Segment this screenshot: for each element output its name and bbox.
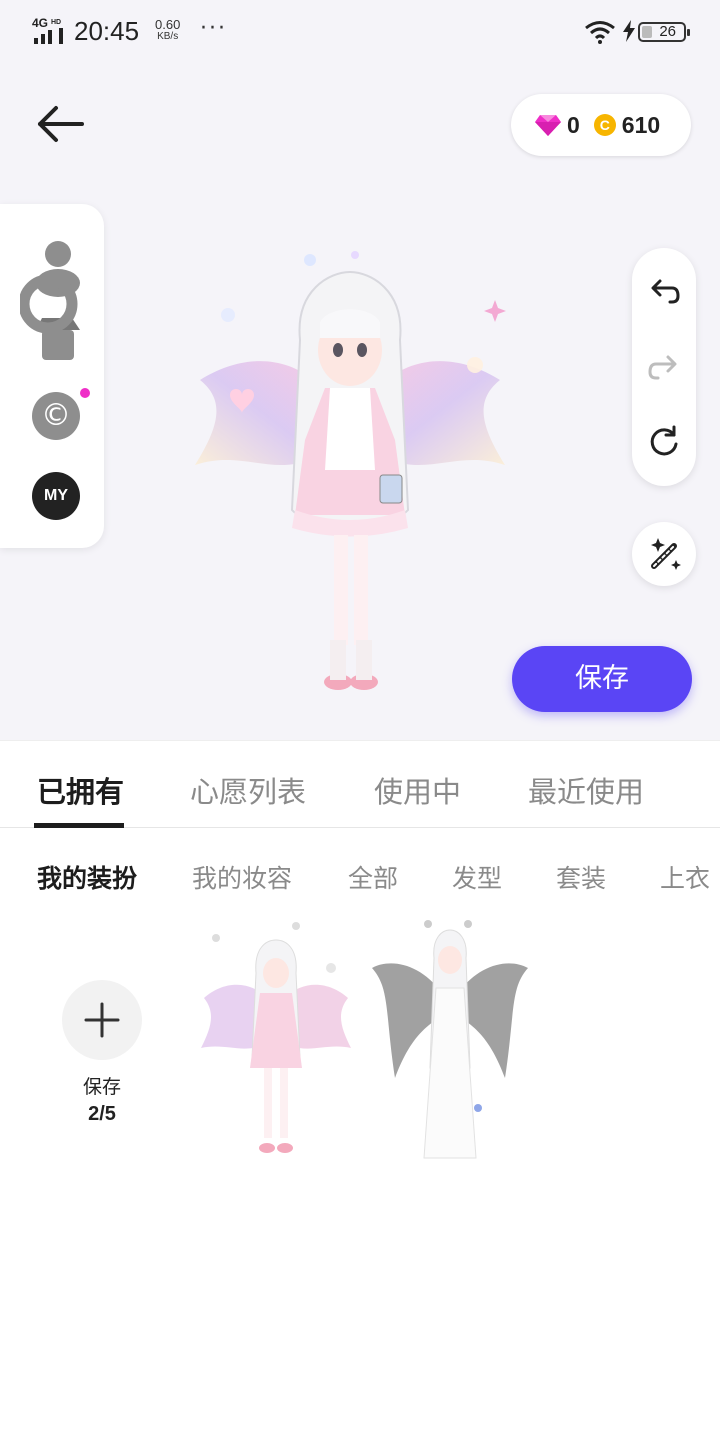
charging-icon	[623, 20, 635, 42]
main-tabs: 已拥有 心愿列表 使用中 最近使用	[0, 740, 720, 828]
undo-button[interactable]	[644, 272, 684, 312]
magic-wand-icon	[651, 538, 681, 570]
tab-in-use[interactable]: 使用中	[374, 769, 461, 811]
edit-toolbar	[632, 248, 696, 486]
subtab-my-makeup[interactable]: 我的妆容	[192, 859, 292, 895]
undo-icon	[651, 279, 680, 304]
outfit-fairy-thumbnail	[372, 920, 528, 1159]
wifi-icon	[585, 21, 615, 44]
my-button[interactable]: MY	[32, 472, 80, 520]
magic-button[interactable]	[632, 522, 696, 586]
subtab-tops[interactable]: 上衣	[660, 859, 710, 895]
redo-button[interactable]	[644, 348, 684, 388]
plus-icon	[84, 1002, 120, 1038]
avatar-preview[interactable]	[180, 210, 520, 710]
subtab-my-outfits[interactable]: 我的装扮	[37, 859, 137, 895]
subtab-all[interactable]: 全部	[348, 859, 398, 895]
reset-button[interactable]	[644, 422, 684, 462]
coin-count: 610	[621, 111, 661, 138]
signal-icon: 4G HD	[32, 16, 63, 44]
avatar-body-icon[interactable]	[20, 234, 80, 362]
saved-outfit-thumbnail[interactable]	[196, 918, 356, 1168]
battery-indicator: 26	[638, 22, 690, 42]
tab-recent[interactable]: 最近使用	[528, 769, 644, 811]
more-notifications-icon: ···	[200, 16, 227, 41]
save-slot-count: 2/5	[88, 1103, 116, 1125]
network-speed: 0.60 KB/s	[155, 18, 180, 42]
back-button[interactable]	[32, 100, 88, 148]
avatar-character	[290, 270, 410, 690]
clock: 20:45	[74, 16, 140, 46]
status-bar: 4G HD 20:45 0.60 KB/s ··· 26	[0, 0, 720, 64]
network-speed-value: 0.60	[155, 17, 181, 32]
saved-outfit-thumbnail[interactable]	[370, 918, 530, 1168]
svg-text:4G: 4G	[32, 16, 48, 30]
gem-icon	[535, 115, 561, 136]
gem-count: 0	[567, 111, 580, 138]
tab-owned[interactable]: 已拥有	[37, 769, 124, 811]
coin-icon: C	[593, 114, 616, 136]
notification-dot	[80, 388, 90, 398]
save-button[interactable]: 保存	[512, 646, 692, 712]
copyright-button[interactable]: ©	[32, 392, 80, 440]
active-tab-indicator	[34, 823, 124, 828]
category-tabs: 我的装扮 我的妆容 全部 发型 套装 上衣	[0, 829, 720, 919]
subtab-sets[interactable]: 套装	[556, 859, 606, 895]
tab-wishlist[interactable]: 心愿列表	[190, 769, 306, 811]
arrow-left-icon	[38, 106, 84, 142]
svg-text:HD: HD	[51, 19, 61, 26]
outfit-angel-thumbnail	[201, 922, 351, 1153]
save-slot-label: 保存	[82, 1076, 121, 1098]
subtab-hair[interactable]: 发型	[452, 859, 502, 895]
avatar-stage-area: 4G HD 20:45 0.60 KB/s ··· 26 0 C 610 © M…	[0, 0, 720, 740]
left-tool-panel: © MY	[0, 204, 104, 548]
redo-icon	[648, 355, 677, 380]
add-outfit-button[interactable]	[62, 980, 142, 1060]
reset-icon	[650, 425, 678, 456]
network-speed-unit: KB/s	[157, 31, 179, 42]
currency-balance[interactable]: 0 C 610	[511, 94, 691, 156]
